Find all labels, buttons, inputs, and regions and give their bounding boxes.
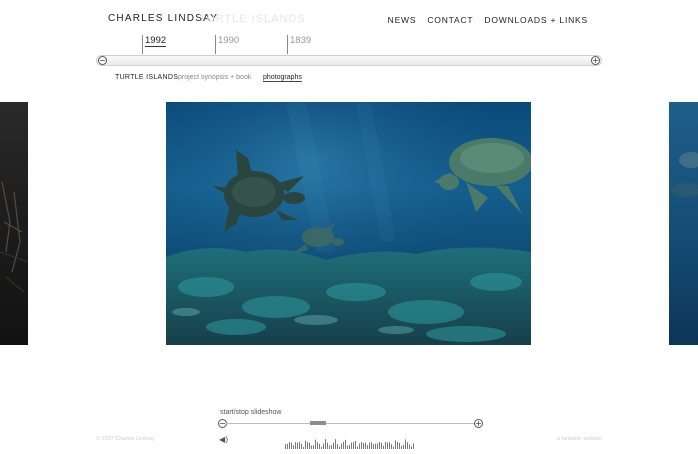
waveform-bar <box>375 443 376 449</box>
plus-circle-icon[interactable]: + <box>474 419 483 428</box>
year-label-1992[interactable]: 1992 <box>145 35 167 47</box>
waveform-bar <box>333 442 334 449</box>
speaker-icon[interactable]: ◀) <box>219 435 228 444</box>
slideshow-position-handle[interactable] <box>310 421 326 425</box>
year-marker-line <box>215 35 216 54</box>
waveform-bar <box>323 443 324 449</box>
waveform-bar <box>391 444 392 449</box>
waveform-bar <box>365 442 366 449</box>
waveform-bar <box>377 443 378 449</box>
year-marker-line <box>142 35 143 54</box>
sea-turtles-photo[interactable] <box>166 102 531 345</box>
waveform-bar <box>363 442 364 449</box>
waveform-bar <box>381 442 382 449</box>
waveform-bar <box>327 442 328 449</box>
subnav-project-title[interactable]: TURTLE ISLANDS <box>115 74 178 81</box>
waveform-bar <box>347 445 348 449</box>
waveform-bar <box>367 444 368 449</box>
nav-downloads-links[interactable]: DOWNLOADS + LINKS <box>484 15 588 25</box>
audio-waveform <box>285 436 415 454</box>
waveform-bar <box>309 442 310 449</box>
waveform-bar <box>387 442 388 449</box>
waveform-bar <box>287 443 288 449</box>
waveform-bar <box>331 445 332 449</box>
waveform-bar <box>349 445 350 449</box>
start-stop-slideshow-link[interactable]: start/stop slideshow <box>220 409 281 416</box>
waveform-bar <box>329 445 330 449</box>
plus-circle-icon[interactable]: + <box>591 56 600 65</box>
waveform-bar <box>373 444 374 449</box>
nav-contact[interactable]: CONTACT <box>427 15 473 25</box>
waveform-bar <box>311 445 312 449</box>
timeline-scrollbar[interactable] <box>96 55 602 66</box>
year-label-1839[interactable]: 1839 <box>290 35 311 46</box>
waveform-bar <box>319 443 320 449</box>
next-photo-thumbnail[interactable] <box>669 102 698 345</box>
waveform-bar <box>401 445 402 449</box>
waveform-bar <box>337 443 338 449</box>
year-label-1990[interactable]: 1990 <box>218 35 239 46</box>
minus-circle-icon[interactable]: − <box>98 56 107 65</box>
waveform-bar <box>359 443 360 449</box>
waveform-bar <box>301 443 302 449</box>
waveform-bar <box>313 445 314 449</box>
waveform-bar <box>293 445 294 449</box>
waveform-bar <box>285 444 286 449</box>
waveform-bar <box>291 442 292 449</box>
waveform-bar <box>297 442 298 449</box>
waveform-bar <box>399 442 400 449</box>
waveform-bar <box>413 443 414 449</box>
previous-photo-thumbnail[interactable] <box>0 102 28 345</box>
copyright-text: © 2007 Charles Lindsay <box>96 436 155 442</box>
waveform-bar <box>383 445 384 449</box>
waveform-bar <box>351 442 352 449</box>
subnav-synopsis-link[interactable]: project synopsis + book <box>178 74 251 81</box>
project-title-ghost: TURTLE ISLANDS <box>199 13 306 25</box>
waveform-bar <box>341 443 342 449</box>
nav-news[interactable]: NEWS <box>388 15 417 25</box>
year-marker-line <box>287 35 288 54</box>
waveform-bar <box>369 442 370 449</box>
waveform-bar <box>403 444 404 449</box>
waveform-bar <box>409 444 410 449</box>
top-nav: NEWS CONTACT DOWNLOADS + LINKS <box>388 15 588 25</box>
subnav-photographs-link[interactable]: photographs <box>263 74 302 82</box>
slideshow-track[interactable] <box>226 423 475 424</box>
site-credit-link[interactable]: a fantastic website <box>557 436 602 442</box>
